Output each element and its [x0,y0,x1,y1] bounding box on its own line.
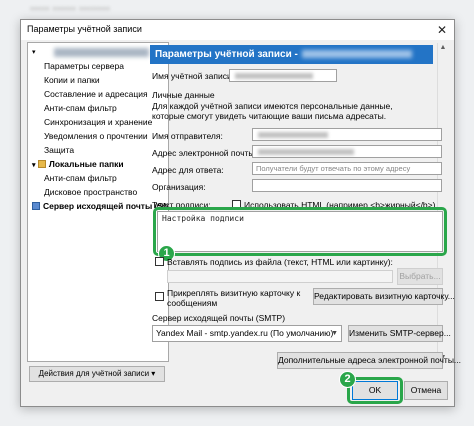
signature-file-label: Вставлять подпись из файла (текст, HTML … [167,257,393,267]
tree-item-local-spam[interactable]: Анти-спам фильтр [44,172,117,184]
tree-account-root[interactable]: ▾ [32,45,162,57]
tree-item-security[interactable]: Защита [44,144,74,156]
smtp-server-selected: Yandex Mail - smtp.yandex.ru (По умолчан… [156,328,334,338]
account-tree: ▾ Параметры сервера Копии и папки Состав… [27,42,169,362]
account-name-value-blurred [235,73,313,79]
tree-local-folders-label: Локальные папки [48,159,124,169]
organization-input[interactable] [252,179,442,192]
server-icon [32,202,40,210]
tree-local-folders[interactable]: ▾ Локальные папки [32,158,124,170]
cancel-button[interactable]: Отмена [404,381,448,400]
edit-smtp-button[interactable]: Изменить SMTP-сервер... [348,325,451,342]
sender-name-label: Имя отправителя: [152,131,223,141]
personal-data-description: Для каждой учётной записи имеются персон… [152,101,393,121]
tree-item-copies-folders[interactable]: Копии и папки [44,74,100,86]
page-header-text: Параметры учётной записи - [155,49,298,60]
tree-outgoing-server[interactable]: Сервер исходящей почты (SMTP) [32,200,168,212]
background-window-title: ▪▪▪▪▪ ▪▪▪▪▪▪ ▪▪▪▪▪▪▪▪ [30,3,111,15]
window-title: Параметры учётной записи [27,24,142,34]
tree-item-sync[interactable]: Синхронизация и хранение [44,116,152,128]
reply-to-label: Адрес для ответа: [152,165,224,175]
account-name-input[interactable] [229,69,337,82]
account-name-label: Имя учётной записи: [152,71,235,81]
title-bar: Параметры учётной записи ✕ [21,20,454,40]
highlight-signature-box [153,207,447,256]
chevron-down-icon: ▼ [331,330,338,337]
signature-file-path-input[interactable] [167,270,393,283]
email-label: Адрес электронной почты: [152,148,257,158]
account-name-blurred [54,48,149,57]
close-icon[interactable]: ✕ [434,22,450,38]
sender-name-value-blurred [258,132,328,138]
tree-item-spam-filter[interactable]: Анти-спам фильтр [44,102,117,114]
edit-vcard-button[interactable]: Редактировать визитную карточку... [313,288,455,305]
tree-outgoing-server-label: Сервер исходящей почты (SMTP) [43,201,168,211]
scroll-up-icon[interactable]: ▲ [438,43,448,53]
page-header: Параметры учётной записи - [150,45,433,64]
tree-item-server-settings[interactable]: Параметры сервера [44,60,124,72]
personal-data-label: Личные данные [152,90,215,100]
extra-addresses-button[interactable]: Дополнительные адреса электронной почты.… [277,352,461,369]
signature-file-checkbox[interactable] [155,257,164,266]
vertical-scrollbar[interactable]: ▲ ▼ [437,43,447,363]
tree-item-receipts[interactable]: Уведомления о прочтении [44,130,148,142]
sender-name-input[interactable] [252,128,442,141]
attach-vcard-label: Прикреплять визитную карточку к сообщени… [167,288,301,308]
folder-icon [37,160,46,168]
tree-item-disk-space[interactable]: Дисковое пространство [44,186,137,198]
account-actions-button[interactable]: Действия для учётной записи ▾ [29,366,165,382]
organization-label: Организация: [152,182,206,192]
step-2-badge: 2 [339,371,356,388]
account-settings-dialog: Параметры учётной записи ✕ ▾ Параметры с… [20,19,461,407]
header-account-blurred [301,50,412,59]
email-input[interactable] [252,145,442,158]
tree-item-composition[interactable]: Составление и адресация [44,88,148,100]
smtp-server-select[interactable]: Yandex Mail - smtp.yandex.ru (По умолчан… [152,325,342,342]
email-value-blurred [258,149,354,155]
reply-to-input[interactable]: Получатели будут отвечать по этому адрес… [252,162,442,175]
attach-vcard-checkbox[interactable] [155,292,164,301]
smtp-label: Сервер исходящей почты (SMTP) [152,313,286,323]
choose-file-button[interactable]: Выбрать... [397,268,443,285]
